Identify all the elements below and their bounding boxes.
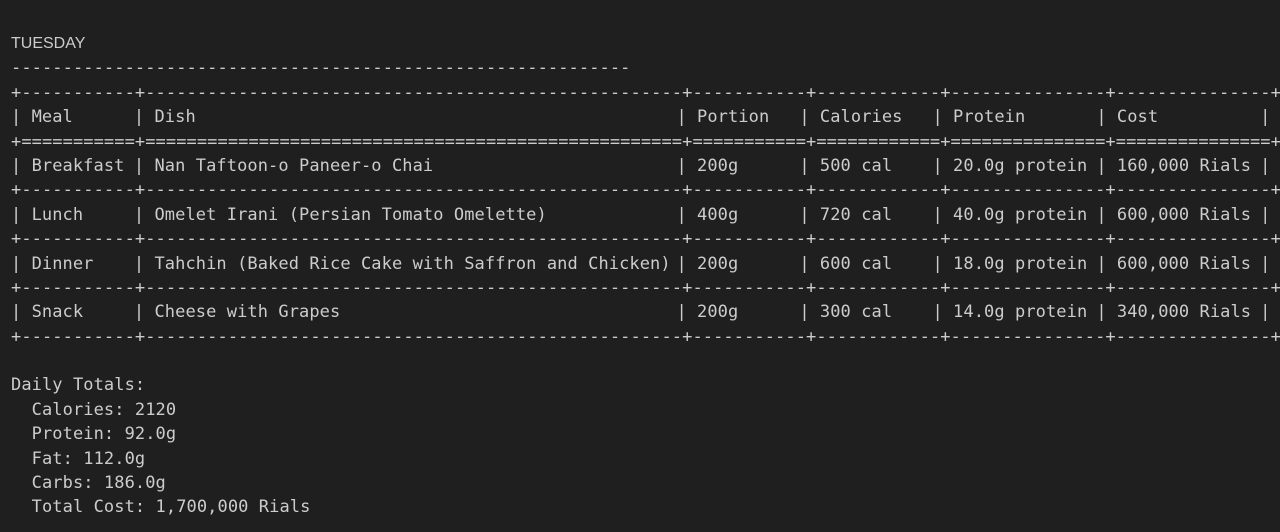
table-border: +-----------+---------------------------… — [11, 277, 1280, 298]
table-border: +-----------+---------------------------… — [11, 180, 1280, 201]
table-border: +-----------+---------------------------… — [11, 229, 1280, 250]
header-calories: Calories — [819, 107, 903, 128]
cell-calories: 720 cal — [819, 204, 893, 225]
cell-portion: 200g — [697, 253, 739, 274]
table-row: | Lunch | Omelet Irani (Persian Tomato Omel… — [11, 203, 1280, 227]
cell-calories: 500 cal — [819, 155, 893, 176]
terminal-output: TUESDAY --------------------------------… — [11, 32, 1280, 520]
table-header-row: | Meal | Dish | Portion | Calories | Protein | Cost… — [11, 105, 1280, 129]
cell-portion: 200g — [697, 302, 739, 323]
cell-cost: 340,000 Rials — [1116, 302, 1252, 323]
header-separator: +===========+===========================… — [11, 131, 1280, 152]
total-carbs: Carbs: 186.0g — [11, 473, 166, 494]
cell-portion: 200g — [697, 155, 739, 176]
cell-dish: Cheese with Grapes — [154, 302, 341, 323]
cell-dish: Nan Taftoon-o Paneer-o Chai — [154, 155, 434, 176]
cell-protein: 14.0g protein — [953, 302, 1088, 323]
cell-meal: Snack — [31, 302, 84, 323]
cell-meal: Dinner — [31, 253, 94, 274]
title-underline: ----------------------------------------… — [11, 58, 631, 79]
header-portion: Portion — [697, 107, 770, 128]
meal-table: +-----------+---------------------------… — [11, 81, 1280, 349]
cell-dish: Omelet Irani (Persian Tomato Omelette) — [154, 204, 547, 225]
table-row: | Dinner | Tahchin (Baked Rice Cake with Sa… — [11, 252, 1280, 276]
cell-meal: Lunch — [31, 204, 84, 225]
cell-protein: 18.0g protein — [953, 253, 1088, 274]
total-calories: Calories: 2120 — [11, 399, 177, 420]
header-cost: Cost — [1116, 107, 1159, 128]
total-fat: Fat: 112.0g — [11, 448, 146, 469]
total-cost: Total Cost: 1,700,000 Rials — [11, 497, 311, 518]
cell-meal: Breakfast — [31, 155, 125, 176]
total-protein: Protein: 92.0g — [11, 424, 177, 445]
day-title: TUESDAY — [11, 35, 86, 52]
header-dish: Dish — [154, 107, 196, 128]
cell-portion: 400g — [697, 204, 739, 225]
table-row: | Snack | Cheese with Grapes | 200g | 300 cal | 1… — [11, 300, 1280, 324]
cell-dish: Tahchin (Baked Rice Cake with Saffron an… — [154, 253, 671, 274]
table-border: +-----------+---------------------------… — [11, 82, 1280, 103]
header-meal: Meal — [31, 107, 73, 128]
table-row: | Breakfast | Nan Taftoon-o Paneer-o Chai | 2… — [11, 154, 1280, 178]
totals-heading: Daily Totals: — [11, 375, 146, 396]
header-protein: Protein — [953, 107, 1026, 128]
cell-cost: 600,000 Rials — [1116, 253, 1252, 274]
cell-cost: 160,000 Rials — [1116, 155, 1252, 176]
cell-calories: 600 cal — [819, 253, 893, 274]
cell-cost: 600,000 Rials — [1116, 204, 1252, 225]
cell-protein: 40.0g protein — [953, 204, 1088, 225]
table-border: +-----------+---------------------------… — [11, 326, 1280, 347]
cell-calories: 300 cal — [819, 302, 893, 323]
cell-protein: 20.0g protein — [953, 155, 1088, 176]
